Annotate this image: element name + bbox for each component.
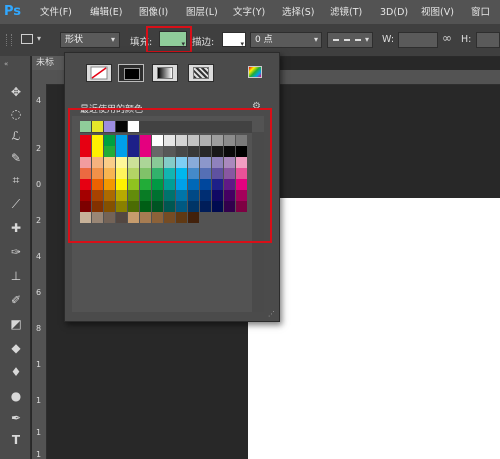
ruler-label: 2	[36, 216, 42, 225]
quick-select-tool-icon[interactable]: ✎	[7, 150, 25, 166]
menu-bar: Ps 文件(F) 编辑(E) 图像(I) 图层(L) 文字(Y) 选择(S) 滤…	[0, 0, 500, 24]
move-tool-icon[interactable]: ✥	[7, 84, 25, 100]
solid-color-button[interactable]	[118, 64, 144, 82]
gradient-button[interactable]	[152, 64, 178, 82]
stroke-width-value: 0 点	[255, 35, 273, 45]
menu-3d[interactable]: 3D(D)	[380, 6, 408, 20]
type-tool-icon[interactable]: T	[7, 432, 25, 448]
menu-type[interactable]: 文字(Y)	[233, 6, 265, 20]
chevron-down-icon: ▾	[313, 35, 318, 44]
height-label: H:	[461, 34, 472, 45]
width-label: W:	[382, 34, 395, 45]
menu-view[interactable]: 视图(V)	[421, 6, 454, 20]
solid-fill-icon	[124, 68, 140, 80]
vertical-ruler: 4 2 0 2 4 6 8 1 1 1 1	[32, 84, 47, 459]
marquee-tool-icon[interactable]: ◌	[7, 106, 25, 122]
blur-tool-icon[interactable]: ♦	[7, 364, 25, 380]
mode-select[interactable]: 形状 ▾	[60, 32, 120, 48]
ruler-label: 8	[36, 324, 42, 333]
healing-brush-tool-icon[interactable]: ✚	[7, 220, 25, 236]
chevron-down-icon: ▾	[364, 35, 369, 44]
pattern-icon	[193, 67, 209, 79]
fill-highlight-box	[146, 26, 192, 53]
menu-layer[interactable]: 图层(L)	[186, 6, 218, 20]
pattern-button[interactable]	[188, 64, 214, 82]
ruler-label: 2	[36, 144, 42, 153]
ruler-label: 4	[36, 96, 42, 105]
brush-tool-icon[interactable]: ✑	[7, 244, 25, 260]
width-field[interactable]	[398, 32, 438, 48]
stroke-color-button[interactable]: ▾	[222, 32, 246, 48]
clone-stamp-tool-icon[interactable]: ⊥	[7, 268, 25, 284]
menu-edit[interactable]: 编辑(E)	[90, 6, 122, 20]
rectangle-icon	[21, 34, 33, 44]
menu-window[interactable]: 窗口	[471, 6, 490, 20]
ruler-label: 0	[36, 180, 42, 189]
chevron-down-icon: ▾	[110, 35, 115, 44]
ruler-label: 1	[36, 396, 42, 405]
height-field[interactable]	[476, 32, 500, 48]
document-canvas[interactable]	[248, 198, 500, 459]
pen-tool-icon[interactable]: ✒	[7, 410, 25, 426]
dashed-line-icon	[333, 39, 361, 41]
stroke-width-field[interactable]: 0 点 ▾	[250, 32, 322, 48]
swatches-highlight-box	[68, 108, 272, 243]
menu-image[interactable]: 图像(I)	[139, 6, 168, 20]
link-icon[interactable]: ∞	[442, 31, 452, 45]
gradient-icon	[157, 67, 173, 79]
chevron-down-icon: ▾	[240, 40, 244, 48]
dodge-tool-icon[interactable]: ●	[7, 388, 25, 404]
eraser-tool-icon[interactable]: ◩	[7, 316, 25, 332]
stroke-label: 描边:	[192, 37, 215, 48]
crop-tool-icon[interactable]: ⌗	[7, 172, 25, 188]
ruler-label: 4	[36, 252, 42, 261]
lasso-tool-icon[interactable]: ℒ	[7, 128, 25, 144]
collapse-arrows-icon[interactable]: «	[4, 60, 8, 68]
options-grip	[6, 34, 12, 46]
no-color-button[interactable]	[86, 64, 112, 82]
photoshop-logo: Ps	[4, 4, 22, 19]
stroke-type-select[interactable]: ▾	[327, 32, 373, 48]
color-picker-icon[interactable]	[248, 66, 262, 78]
mode-select-value: 形状	[65, 35, 84, 45]
history-brush-tool-icon[interactable]: ✐	[7, 292, 25, 308]
ruler-label: 1	[36, 360, 42, 369]
menu-filter[interactable]: 滤镜(T)	[330, 6, 362, 20]
no-color-icon	[90, 66, 108, 80]
paint-bucket-tool-icon[interactable]: ◆	[7, 340, 25, 356]
ruler-label: 1	[36, 450, 42, 459]
ruler-label: 6	[36, 288, 42, 297]
ruler-label: 1	[36, 428, 42, 437]
eyedropper-tool-icon[interactable]: ⟋	[7, 196, 25, 212]
tool-preset-picker[interactable]: ▾	[17, 32, 47, 48]
menu-file[interactable]: 文件(F)	[40, 6, 72, 20]
resize-grip-icon[interactable]: ⋰	[268, 310, 275, 318]
menu-select[interactable]: 选择(S)	[282, 6, 314, 20]
tools-panel: « ✥ ◌ ℒ ✎ ⌗ ⟋ ✚ ✑ ⊥ ✐ ◩ ◆ ♦ ● ✒ T	[0, 56, 31, 459]
chevron-down-icon: ▾	[37, 34, 42, 43]
